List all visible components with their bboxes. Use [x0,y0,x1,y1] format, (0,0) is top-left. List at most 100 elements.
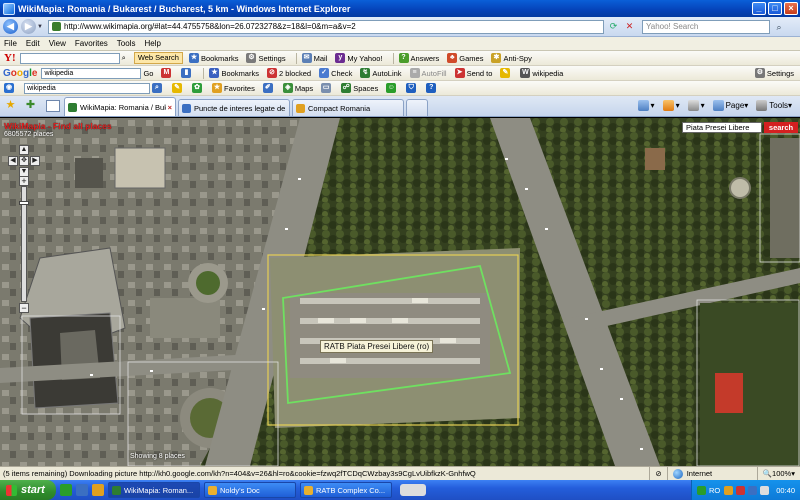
web-search-button[interactable]: Web Search [133,52,183,64]
home-button[interactable]: ▾ [637,100,655,111]
menu-tools[interactable]: Tools [117,39,136,48]
history-dropdown-icon[interactable]: ▼ [36,24,44,30]
pan-left-icon[interactable]: ◀ [8,156,18,166]
toolbar-my-yahoo[interactable]: y My Yahoo! [335,53,383,63]
people-icon[interactable]: ☺ [386,83,398,93]
menu-view[interactable]: View [49,39,66,48]
back-button[interactable]: ◀ [3,19,18,34]
address-field[interactable]: http://www.wikimapia.org/#lat=44.4755758… [48,19,604,34]
toolbar-logo-icon[interactable]: ◉ [4,83,16,93]
zoom-slider-handle[interactable] [19,201,29,205]
wikipedia-button[interactable]: Wwikipedia [520,68,563,78]
help-icon[interactable]: ? [426,83,438,93]
toolbar-games[interactable]: ♣ Games [447,53,483,63]
stop-icon[interactable]: ✕ [623,20,636,33]
favorites-button[interactable]: ★ Favorites [212,83,255,93]
toolbar-bookmarks[interactable]: ★ Bookmarks [188,53,238,63]
spell-check[interactable]: ✓ Check [319,68,352,78]
yahoo-search-input[interactable]: Yahoo! Search [642,19,770,34]
zoom-out-button[interactable]: − [19,303,29,313]
msn-icon[interactable]: ✿ [192,83,204,93]
yahoo-toolbar-input[interactable] [19,52,120,64]
selected-place-label[interactable]: RATB Piata Presei Libere (ro) [320,340,434,353]
menu-edit[interactable]: Edit [26,39,40,48]
tab-compact-romania[interactable]: Compact Romania [292,99,404,116]
quick-launch-ie-icon[interactable] [76,484,88,496]
tray-arrow-icon[interactable] [696,485,706,495]
new-tab-button[interactable] [406,99,428,116]
live-search-input[interactable]: wikipedia [24,82,150,94]
volume-icon[interactable] [760,485,770,495]
maps-button[interactable]: ◈ Maps [282,83,313,93]
toolbar-anti-spy[interactable]: ✱ Anti-Spy [491,53,532,63]
language-indicator[interactable]: RO [709,486,720,495]
maximize-button[interactable]: □ [768,2,782,15]
page-menu[interactable]: Page ▾ [712,100,748,111]
center-map-icon[interactable]: ✥ [19,156,29,166]
taskbar-item-wikimapia[interactable]: WikiMapia: Roman... [108,482,200,498]
tray-icon[interactable] [736,485,746,495]
google-search-input[interactable]: wikipedia [41,67,142,79]
shield-icon[interactable]: ⛉ [406,83,418,93]
satellite-map[interactable]: WikiMapia - Find all places 6805572 plac… [0,118,800,466]
wikimapia-site-title[interactable]: WikiMapia - Find all places [4,121,112,131]
tray-icon[interactable] [724,485,734,495]
zoom-slider[interactable] [19,186,29,302]
close-tab-icon[interactable]: × [168,103,172,112]
map-search-button[interactable]: search [764,122,798,133]
magnifier-icon[interactable]: ⌕ [122,53,126,63]
highlight-icon[interactable]: ✎ [500,68,512,78]
send-to[interactable]: ➤ Send to [454,68,492,78]
print-button[interactable]: ▾ [687,100,705,111]
search-icon[interactable]: ⌕ [772,20,786,34]
tools-menu[interactable]: Tools ▾ [756,100,792,111]
toolbar-settings[interactable]: ⚙ Settings [246,53,286,63]
pan-up-icon[interactable]: ▲ [19,145,29,155]
google-bookmarks[interactable]: ★ Bookmarks [209,68,259,78]
taskbar-item-ratb-complex[interactable]: RATB Complex Co... [300,482,392,498]
note-icon[interactable]: ✐ [262,83,275,93]
toolbar-answers[interactable]: ? Answers [398,53,439,63]
minimize-button[interactable]: _ [752,2,766,15]
google-go-button[interactable]: Go [143,69,153,78]
spaces-button[interactable]: ☍ Spaces [341,83,378,93]
clock[interactable]: 00:40 [776,486,795,495]
live-search-button[interactable]: ⌕ [152,83,164,93]
popup-blocked[interactable]: ⊘ 2 blocked [266,68,311,78]
quick-tabs-icon[interactable] [46,100,60,112]
feeds-button[interactable]: ▾ [662,100,680,111]
window-icon[interactable]: ▭ [321,83,333,93]
zoom-level[interactable]: 🔍 100% ▾ [756,467,800,480]
autofill[interactable]: ≡ AutoFill [409,68,447,78]
security-zone[interactable]: Internet [666,467,757,480]
menu-help[interactable]: Help [144,39,160,48]
favorites-center-icon[interactable]: ★ [4,99,17,112]
toolbar-mail[interactable]: ✉ Mail [301,53,327,63]
autolink[interactable]: ↯ AutoLink [360,68,402,78]
menu-favorites[interactable]: Favorites [75,39,108,48]
tab-wikimapia[interactable]: WikiMapia: Romania / Buk... × [64,97,176,116]
refresh-icon[interactable]: ⟳ [607,20,620,33]
close-button[interactable]: × [784,2,798,15]
gmail-icon[interactable]: M [161,68,173,78]
yahoo-logo-icon[interactable]: Y! [4,52,16,64]
nero-icon[interactable] [400,484,426,496]
google-logo-icon[interactable]: Google [3,68,37,79]
forward-button[interactable]: ▶ [21,19,36,34]
quick-launch-folder-icon[interactable] [92,484,104,496]
add-favorite-icon[interactable]: ✚ [24,99,37,112]
pan-right-icon[interactable]: ▶ [30,156,40,166]
network-icon[interactable] [748,485,758,495]
highlight-button[interactable]: ✎ [172,83,184,93]
map-search-input[interactable]: Piata Presei Libere [682,122,762,133]
tab-puncte-de-interes[interactable]: Puncte de interes legate de tr... [178,99,290,116]
quick-launch-icon[interactable] [60,484,72,496]
satellite-imagery[interactable] [0,118,800,466]
popup-status-icon[interactable]: ⊘ [649,467,666,480]
pagerank-icon: ▮ [181,68,193,78]
start-button[interactable]: start [0,480,56,500]
taskbar-item-noldys-doc[interactable]: Noldy's Doc [204,482,296,498]
menu-file[interactable]: File [4,39,17,48]
zoom-in-button[interactable]: + [19,176,29,186]
google-settings[interactable]: ⚙ Settings [754,68,794,78]
